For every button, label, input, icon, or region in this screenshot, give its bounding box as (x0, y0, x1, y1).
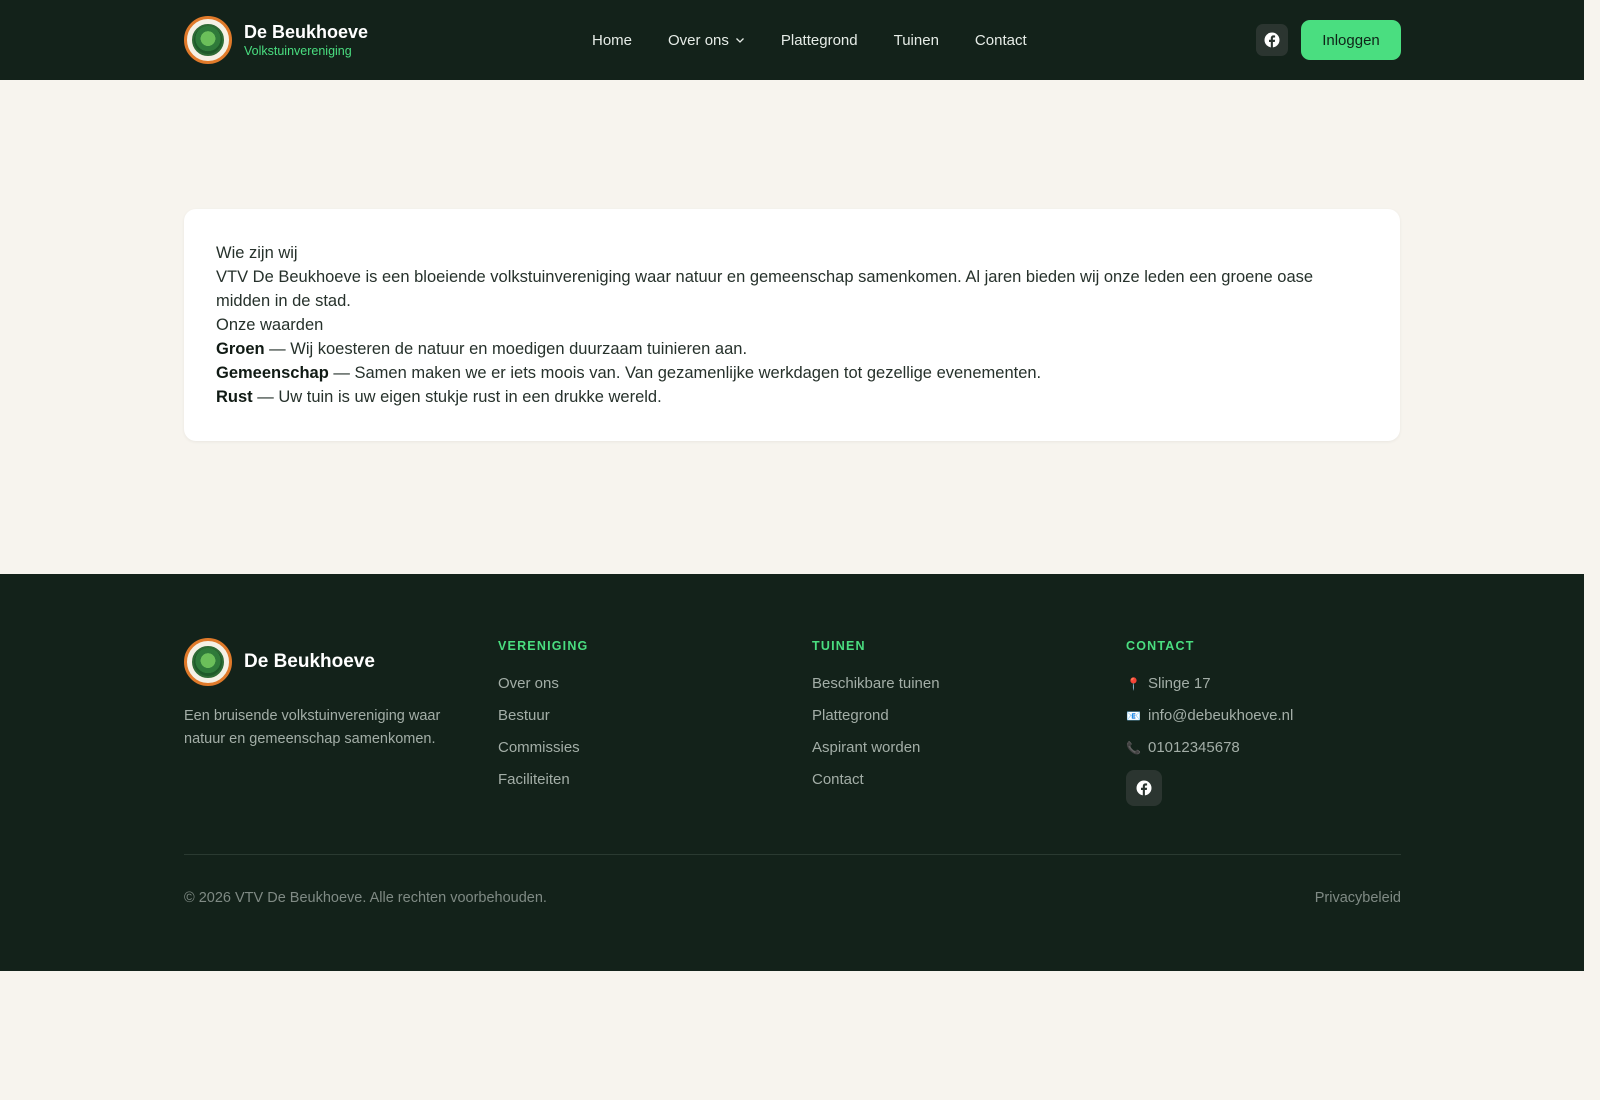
nav-label: Plattegrond (780, 31, 858, 49)
value-text: — Uw tuin is uw eigen stukje rust in een… (252, 388, 662, 406)
logo-emblem (192, 24, 224, 56)
facebook-icon (1264, 32, 1280, 48)
footer-link[interactable]: Bestuur (498, 706, 589, 726)
map-pin-icon: 📍 (1126, 677, 1141, 691)
nav-item-over-ons[interactable]: Over ons (668, 32, 745, 49)
footer-facebook-button[interactable] (1126, 770, 1162, 806)
brand-name: De Beukhoeve (244, 22, 369, 42)
phone-icon: 📞 (1126, 741, 1141, 755)
about-heading: Wie zijn wij (216, 244, 298, 262)
footer-address: 📍 Slinge 17 (1126, 674, 1293, 694)
brand-text: De Beukhoeve (244, 651, 375, 673)
phone-text: 01012345678 (1148, 739, 1240, 756)
privacy-link[interactable]: Privacybeleid (1315, 890, 1401, 906)
logo-emblem (192, 646, 224, 678)
footer-link[interactable]: Plattegrond (812, 706, 940, 726)
footer-link[interactable]: Beschikbare tuinen (812, 674, 940, 694)
value-item-gemeenschap: Gemeenschap — Samen maken we er iets moo… (216, 361, 1368, 385)
footer-link[interactable]: Commissies (498, 738, 589, 758)
footer-divider (184, 854, 1401, 855)
brand-text: De Beukhoeve Volkstuinvereniging (244, 21, 368, 59)
content-card: Wie zijn wij VTV De Beukhoeve is een blo… (184, 209, 1400, 441)
footer-column-title: CONTACT (1126, 639, 1195, 653)
footer-email[interactable]: 📧 info@debeukhoeve.nl (1126, 706, 1293, 726)
site-header: De Beukhoeve Volkstuinvereniging Home Ov… (0, 0, 1584, 80)
footer-brand-name: De Beukhoeve (244, 651, 375, 672)
footer-link[interactable]: Over ons (498, 674, 589, 694)
value-term: Rust (216, 388, 253, 406)
about-text: VTV De Beukhoeve is een bloeiende volkst… (216, 268, 1314, 310)
value-text: — Samen maken we er iets moois van. Van … (328, 364, 1042, 382)
value-term: Groen (216, 340, 265, 358)
page: De Beukhoeve Volkstuinvereniging Home Ov… (0, 0, 1584, 1100)
login-button[interactable]: Inloggen (1301, 20, 1401, 60)
facebook-icon (1136, 780, 1152, 796)
nav-label: Over ons (668, 31, 729, 49)
nav-item-plattegrond[interactable]: Plattegrond (781, 32, 858, 49)
nav-label: Contact (974, 31, 1027, 49)
logo (184, 16, 232, 64)
value-item-rust: Rust — Uw tuin is uw eigen stukje rust i… (216, 385, 1368, 409)
footer-link[interactable]: Faciliteiten (498, 770, 589, 790)
nav-item-home[interactable]: Home (592, 32, 632, 49)
chevron-down-icon (735, 38, 744, 43)
value-term: Gemeenschap (216, 364, 329, 382)
footer-column-contact: CONTACT 📍 Slinge 17 📧 info@debeukhoeve.n… (1126, 638, 1293, 806)
email-text: info@debeukhoeve.nl (1148, 707, 1294, 724)
nav-item-contact[interactable]: Contact (975, 32, 1027, 49)
brand-subtitle: Volkstuinvereniging (244, 44, 352, 58)
footer-column-title: VERENIGING (498, 639, 589, 653)
footer-column-title: TUINEN (812, 639, 866, 653)
main-nav: Home Over ons Plattegrond Tuinen Contact (592, 0, 1027, 80)
footer-column-tuinen: TUINEN Beschikbare tuinen Plattegrond As… (812, 638, 940, 802)
footer-link[interactable]: Aspirant worden (812, 738, 940, 758)
footer-link[interactable]: Contact (812, 770, 940, 790)
footer-phone[interactable]: 📞 01012345678 (1126, 738, 1293, 758)
facebook-button[interactable] (1256, 24, 1288, 56)
nav-label: Tuinen (893, 31, 939, 49)
footer-brand[interactable]: De Beukhoeve (184, 638, 375, 686)
footer-column-vereniging: VERENIGING Over ons Bestuur Commissies F… (498, 638, 589, 802)
footer-logo (184, 638, 232, 686)
nav-label: Home (592, 31, 633, 49)
brand-link[interactable]: De Beukhoeve Volkstuinvereniging (184, 16, 368, 64)
footer-description: Een bruisende volkstuinvereniging waar n… (184, 708, 441, 747)
value-item-groen: Groen — Wij koesteren de natuur en moedi… (216, 337, 1368, 361)
site-footer: De Beukhoeve Een bruisende volkstuinvere… (0, 574, 1584, 971)
email-icon: 📧 (1126, 709, 1141, 723)
nav-item-tuinen[interactable]: Tuinen (894, 32, 939, 49)
address-text: Slinge 17 (1148, 675, 1211, 692)
copyright-text: © 2026 VTV De Beukhoeve. Alle rechten vo… (184, 890, 547, 906)
values-heading: Onze waarden (216, 316, 324, 334)
value-text: — Wij koesteren de natuur en moedigen du… (264, 340, 748, 358)
